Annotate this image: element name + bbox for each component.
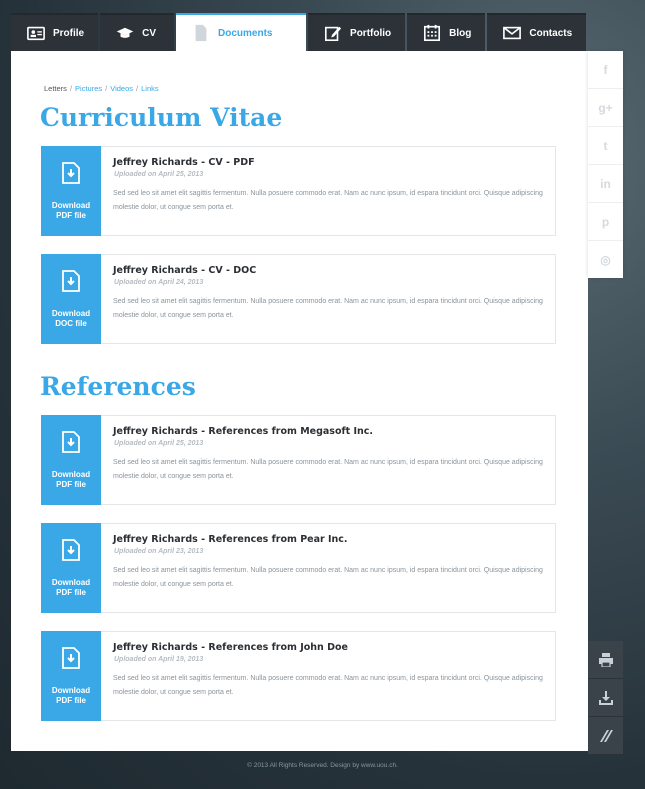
file-download-icon bbox=[62, 539, 80, 561]
download-label: Download PDF file bbox=[51, 686, 91, 705]
footer-copyright: © 2013 All Rights Reserved. Design by ww… bbox=[247, 762, 398, 769]
download-button[interactable]: Download PDF file bbox=[41, 415, 101, 505]
file-download-icon bbox=[62, 270, 80, 292]
document-description: Sed sed leo sit amet elit sagittis ferme… bbox=[113, 459, 543, 480]
breadcrumb: Letters / Pictures / Videos / Links bbox=[44, 84, 159, 93]
document-title[interactable]: Jeffrey Richards - CV - DOC bbox=[113, 265, 256, 276]
tab-cv[interactable]: CV bbox=[100, 13, 175, 51]
breadcrumb-current: Letters bbox=[44, 84, 67, 93]
document-description: Sed sed leo sit amet elit sagittis ferme… bbox=[113, 298, 543, 319]
print-button[interactable] bbox=[588, 641, 623, 679]
tab-contacts[interactable]: Contacts bbox=[487, 13, 587, 51]
document-card: Download PDF file Jeffrey Richards - Refe… bbox=[41, 631, 556, 721]
download-button[interactable]: Download PDF file bbox=[41, 631, 101, 721]
download-label: Download PDF file bbox=[51, 578, 91, 597]
breadcrumb-separator: / bbox=[136, 84, 139, 93]
file-download-icon bbox=[62, 431, 80, 453]
tab-label: Documents bbox=[218, 27, 273, 39]
breadcrumb-link-pictures[interactable]: Pictures bbox=[75, 84, 102, 93]
profile-card-icon bbox=[27, 26, 45, 41]
document-card: Download DOC file Jeffrey Richards - CV -… bbox=[41, 254, 556, 344]
tab-label: CV bbox=[142, 27, 157, 39]
download-label: Download PDF file bbox=[51, 470, 91, 489]
main-tab-bar: Profile CV Documents Portfolio Blog Cont… bbox=[11, 13, 587, 51]
references-section-title: References bbox=[40, 372, 196, 401]
document-description: Sed sed leo sit amet elit sagittis ferme… bbox=[113, 190, 543, 211]
document-title[interactable]: Jeffrey Richards - References from Pear … bbox=[113, 534, 348, 545]
envelope-icon bbox=[503, 26, 522, 40]
download-page-button[interactable] bbox=[588, 679, 623, 717]
documents-panel: Letters / Pictures / Videos / Links Curriculum… bbox=[11, 51, 588, 751]
file-download-icon bbox=[62, 647, 80, 669]
file-download-icon bbox=[62, 162, 80, 184]
breadcrumb-separator: / bbox=[69, 84, 73, 93]
document-title[interactable]: Jeffrey Richards - CV - PDF bbox=[113, 157, 255, 168]
twitter-icon[interactable]: t bbox=[588, 127, 623, 165]
document-description: Sed sed leo sit amet elit sagittis ferme… bbox=[113, 567, 543, 588]
pinterest-icon[interactable]: p bbox=[588, 203, 623, 241]
breadcrumb-link-links[interactable]: Links bbox=[141, 84, 159, 93]
dribbble-icon[interactable]: ◎ bbox=[588, 241, 623, 278]
document-title[interactable]: Jeffrey Richards - References from John … bbox=[113, 642, 348, 653]
calendar-icon bbox=[424, 24, 441, 42]
print-icon bbox=[598, 652, 613, 667]
breadcrumb-separator: / bbox=[105, 84, 108, 93]
tab-blog[interactable]: Blog bbox=[407, 13, 486, 51]
document-date: Uploaded on April 19, 2013 bbox=[114, 656, 204, 663]
page-tools bbox=[588, 641, 623, 755]
graduation-cap-icon bbox=[116, 27, 134, 38]
resize-handle[interactable] bbox=[588, 717, 623, 755]
cv-section-title: Curriculum Vitae bbox=[40, 103, 283, 132]
tab-label: Contacts bbox=[529, 27, 573, 39]
download-icon bbox=[598, 690, 613, 705]
download-button[interactable]: Download PDF file bbox=[41, 146, 101, 236]
google-plus-icon[interactable]: g+ bbox=[588, 89, 623, 127]
resize-handle-icon bbox=[599, 729, 613, 742]
tab-label: Profile bbox=[53, 27, 85, 39]
document-card: Download PDF file Jeffrey Richards - CV -… bbox=[41, 146, 556, 236]
document-title[interactable]: Jeffrey Richards - References from Megas… bbox=[113, 426, 373, 437]
document-icon bbox=[195, 24, 207, 42]
social-share-bar: f g+ t in p ◎ bbox=[588, 51, 623, 278]
document-date: Uploaded on April 23, 2013 bbox=[114, 548, 204, 555]
pencil-edit-icon bbox=[325, 26, 342, 42]
document-date: Uploaded on April 25, 2013 bbox=[114, 440, 204, 447]
download-button[interactable]: Download PDF file bbox=[41, 523, 101, 613]
document-card: Download PDF file Jeffrey Richards - Refe… bbox=[41, 523, 556, 613]
download-button[interactable]: Download DOC file bbox=[41, 254, 101, 344]
breadcrumb-link-videos[interactable]: Videos bbox=[110, 84, 133, 93]
tab-portfolio[interactable]: Portfolio bbox=[308, 13, 406, 51]
document-description: Sed sed leo sit amet elit sagittis ferme… bbox=[113, 675, 543, 696]
tab-profile[interactable]: Profile bbox=[11, 13, 99, 51]
download-label: Download DOC file bbox=[51, 309, 91, 328]
linkedin-icon[interactable]: in bbox=[588, 165, 623, 203]
tab-documents[interactable]: Documents bbox=[176, 13, 307, 51]
document-date: Uploaded on April 25, 2013 bbox=[114, 171, 204, 178]
tab-label: Blog bbox=[449, 27, 472, 39]
download-label: Download PDF file bbox=[51, 201, 91, 220]
document-date: Uploaded on April 24, 2013 bbox=[114, 279, 204, 286]
document-card: Download PDF file Jeffrey Richards - Refe… bbox=[41, 415, 556, 505]
facebook-icon[interactable]: f bbox=[588, 51, 623, 89]
tab-label: Portfolio bbox=[350, 27, 392, 39]
